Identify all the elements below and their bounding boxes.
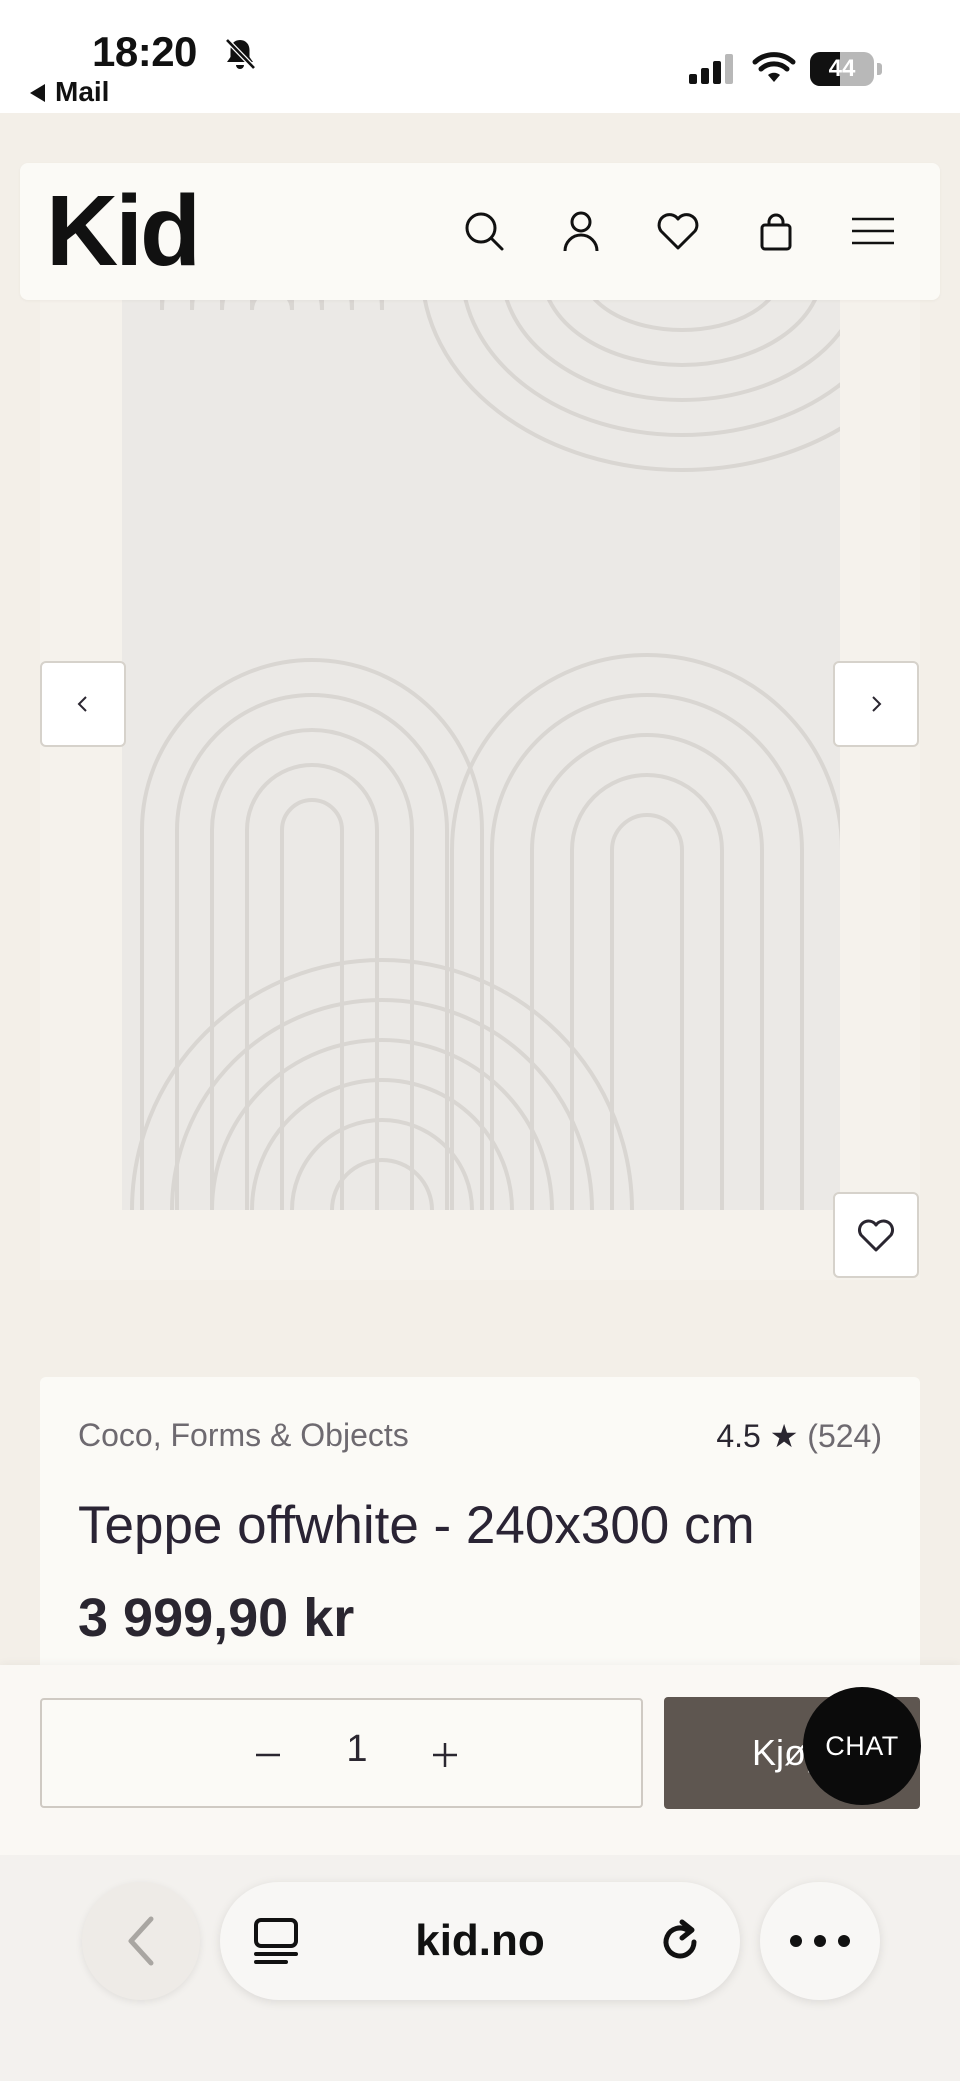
search-button[interactable] [458,205,510,257]
heart-icon [858,1219,894,1252]
cart-icon [760,213,792,251]
minus-icon [256,1753,280,1757]
gallery-next-button[interactable] [833,661,919,747]
address-bar[interactable]: kid.no [220,1882,740,2000]
plus-icon [433,1743,457,1767]
battery-indicator: 44 [810,52,882,86]
wifi-icon [752,52,796,82]
product-title: Teppe offwhite - 240x300 cm [78,1496,755,1555]
rating-count: (524) [807,1418,882,1454]
chevron-right-icon [872,696,882,712]
site-logo[interactable]: Kid [46,181,201,281]
cellular-signal-icon [689,54,733,84]
site-header: Kid [20,163,940,300]
status-time: 18:20 [92,28,197,75]
reload-icon[interactable] [652,1914,708,1970]
wishlist-button[interactable] [652,205,704,257]
add-to-wishlist-button[interactable] [833,1192,919,1278]
product-price: 3 999,90 kr [78,1588,355,1648]
quantity-decrease-button[interactable] [245,1732,291,1778]
menu-button[interactable] [847,205,899,257]
back-arrow-icon [30,84,45,102]
product-rating[interactable]: 4.5 ★ (524) [716,1417,882,1455]
wishlist-icon [657,213,699,250]
cart-button[interactable] [750,205,802,257]
browser-more-button[interactable] [760,1882,880,2000]
chat-button[interactable]: CHAT [803,1687,921,1805]
back-to-mail-link[interactable]: Mail [30,76,109,108]
account-button[interactable] [555,205,607,257]
bell-slash-icon [225,38,256,70]
quantity-increase-button[interactable] [422,1732,468,1778]
chevron-left-icon [128,1916,154,1966]
quantity-stepper: 1 [40,1698,643,1808]
product-image-rug[interactable] [122,270,840,1210]
search-icon [465,212,504,251]
browser-back-button[interactable] [82,1882,200,2000]
gallery-prev-button[interactable] [40,661,126,747]
account-icon [563,211,599,252]
status-bar: 18:20 Mail 44 [0,0,960,113]
quantity-value[interactable]: 1 [332,1728,382,1771]
more-icon [790,1935,802,1947]
menu-icon [852,217,894,245]
product-info-card: Coco, Forms & Objects 4.5 ★ (524) Teppe … [40,1377,920,1677]
product-brand[interactable]: Coco, Forms & Objects [78,1417,409,1454]
browser-toolbar: kid.no [0,1855,960,2081]
chevron-left-icon [77,696,87,712]
rating-value: 4.5 [716,1418,761,1454]
star-icon: ★ [769,1418,799,1454]
